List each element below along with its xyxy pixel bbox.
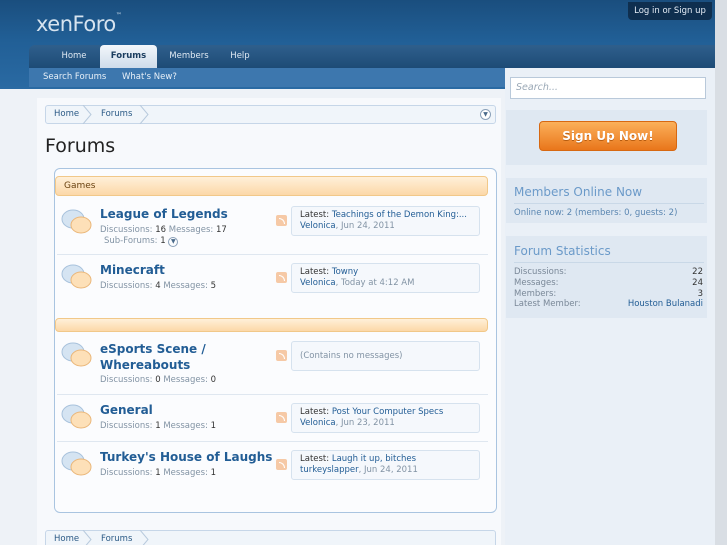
logo-text: xenForo [36, 12, 116, 36]
breadcrumb-separator-icon [82, 105, 92, 124]
forum-stats: Discussions: 0 Messages: 0 [100, 375, 216, 385]
forum-title[interactable]: General [100, 403, 153, 417]
breadcrumb-separator-icon [139, 105, 149, 124]
forum-bubble-icon [61, 404, 92, 429]
search-input[interactable]: Search... [510, 77, 706, 99]
rss-icon[interactable] [276, 412, 287, 423]
latest-date: Today at 4:12 AM [340, 278, 415, 288]
latest-date: Jun 24, 2011 [340, 221, 395, 231]
whats-new-link[interactable]: What's New? [122, 68, 177, 86]
breadcrumb-home[interactable]: Home [54, 531, 79, 545]
latest-post-box: Latest: Laugh it up, bitches turkeyslapp… [291, 450, 480, 480]
divider [514, 203, 704, 204]
latest-post-box: Latest: Teachings of the Demon King:... … [291, 206, 480, 236]
latest-member-link[interactable]: Houston Bulanadi [628, 299, 703, 309]
latest-post-box: Latest: Post Your Computer Specs Velonic… [291, 403, 480, 433]
scrollbar[interactable] [715, 0, 727, 545]
forum-title[interactable]: Turkey's House of Laughs [100, 450, 272, 464]
forum-statistics-heading: Forum Statistics [514, 244, 611, 258]
tab-forums[interactable]: Forums [100, 45, 157, 68]
divider [57, 254, 488, 255]
forum-stats: Discussions: 1 Messages: 1 [100, 421, 216, 431]
forum-bubble-icon [61, 342, 92, 367]
main-nav: Home Forums Members Help [29, 45, 727, 68]
breadcrumb-home[interactable]: Home [54, 106, 79, 123]
forum-title[interactable]: eSports Scene / Whereabouts [100, 341, 206, 373]
chevron-down-icon[interactable]: ▼ [480, 109, 491, 120]
latest-thread-link[interactable]: Laugh it up, bitches [332, 454, 416, 464]
stat-row-discussions: Discussions: 22 [514, 267, 703, 277]
stat-row-messages: Messages: 24 [514, 278, 703, 288]
forum-bubble-icon [61, 209, 92, 234]
latest-thread-link[interactable]: Teachings of the Demon King:... [332, 210, 467, 220]
login-signup-link[interactable]: Log in or Sign up [628, 2, 712, 20]
latest-date: Jun 24, 2011 [364, 465, 418, 475]
divider [57, 394, 488, 395]
latest-thread-link[interactable]: Towny [332, 267, 358, 277]
forum-title[interactable]: Minecraft [100, 263, 165, 277]
forum-stats: Discussions: 4 Messages: 5 [100, 281, 216, 291]
members-online-heading: Members Online Now [514, 185, 643, 199]
latest-user-link[interactable]: Velonica [300, 221, 336, 231]
rss-icon[interactable] [276, 350, 287, 361]
latest-user-link[interactable]: Velonica [300, 278, 336, 288]
latest-date: Jun 23, 2011 [340, 418, 395, 428]
page-title: Forums [45, 135, 116, 157]
forum-title[interactable]: League of Legends [100, 207, 228, 221]
chevron-down-icon[interactable]: ▼ [168, 237, 179, 247]
tab-help[interactable]: Help [225, 45, 255, 68]
breadcrumb-separator-icon [82, 530, 92, 545]
rss-icon[interactable] [276, 272, 287, 283]
site-logo[interactable]: xenForo™ [36, 12, 122, 36]
forum-stats: Discussions: 1 Messages: 1 [100, 468, 216, 478]
tab-members[interactable]: Members [163, 45, 215, 68]
members-online-text[interactable]: Online now: 2 (members: 0, guests: 2) [514, 208, 677, 218]
breadcrumb-separator-icon [139, 530, 149, 545]
latest-post-box: Latest: Towny Velonica, Today at 4:12 AM [291, 263, 480, 293]
forum-stats: Discussions: 16 Messages: 17 [100, 225, 227, 235]
rss-icon[interactable] [276, 459, 287, 470]
stat-row-members: Members: 3 [514, 289, 703, 299]
divider [57, 441, 488, 442]
category-header[interactable] [55, 318, 488, 332]
search-forums-link[interactable]: Search Forums [43, 68, 106, 86]
latest-user-link[interactable]: Velonica [300, 418, 336, 428]
stat-row-latest-member: Latest Member: Houston Bulanadi [514, 299, 703, 309]
breadcrumb: Home Forums ▼ [45, 105, 496, 124]
category-header-games[interactable]: Games [55, 176, 488, 196]
rss-icon[interactable] [276, 215, 287, 226]
tab-home[interactable]: Home [52, 45, 96, 68]
sign-up-button[interactable]: Sign Up Now! [539, 121, 677, 151]
forum-bubble-icon [61, 451, 92, 476]
subforums-toggle[interactable]: Sub-Forums: 1 ▼ [104, 236, 179, 247]
breadcrumb-bottom: Home Forums [45, 530, 496, 545]
breadcrumb-forums[interactable]: Forums [101, 106, 132, 123]
latest-post-box: (Contains no messages) [291, 341, 480, 371]
breadcrumb-forums[interactable]: Forums [101, 531, 132, 545]
latest-thread-link[interactable]: Post Your Computer Specs [332, 407, 443, 417]
divider [514, 262, 704, 263]
forum-bubble-icon [61, 264, 92, 289]
latest-user-link[interactable]: turkeyslapper [300, 465, 359, 475]
